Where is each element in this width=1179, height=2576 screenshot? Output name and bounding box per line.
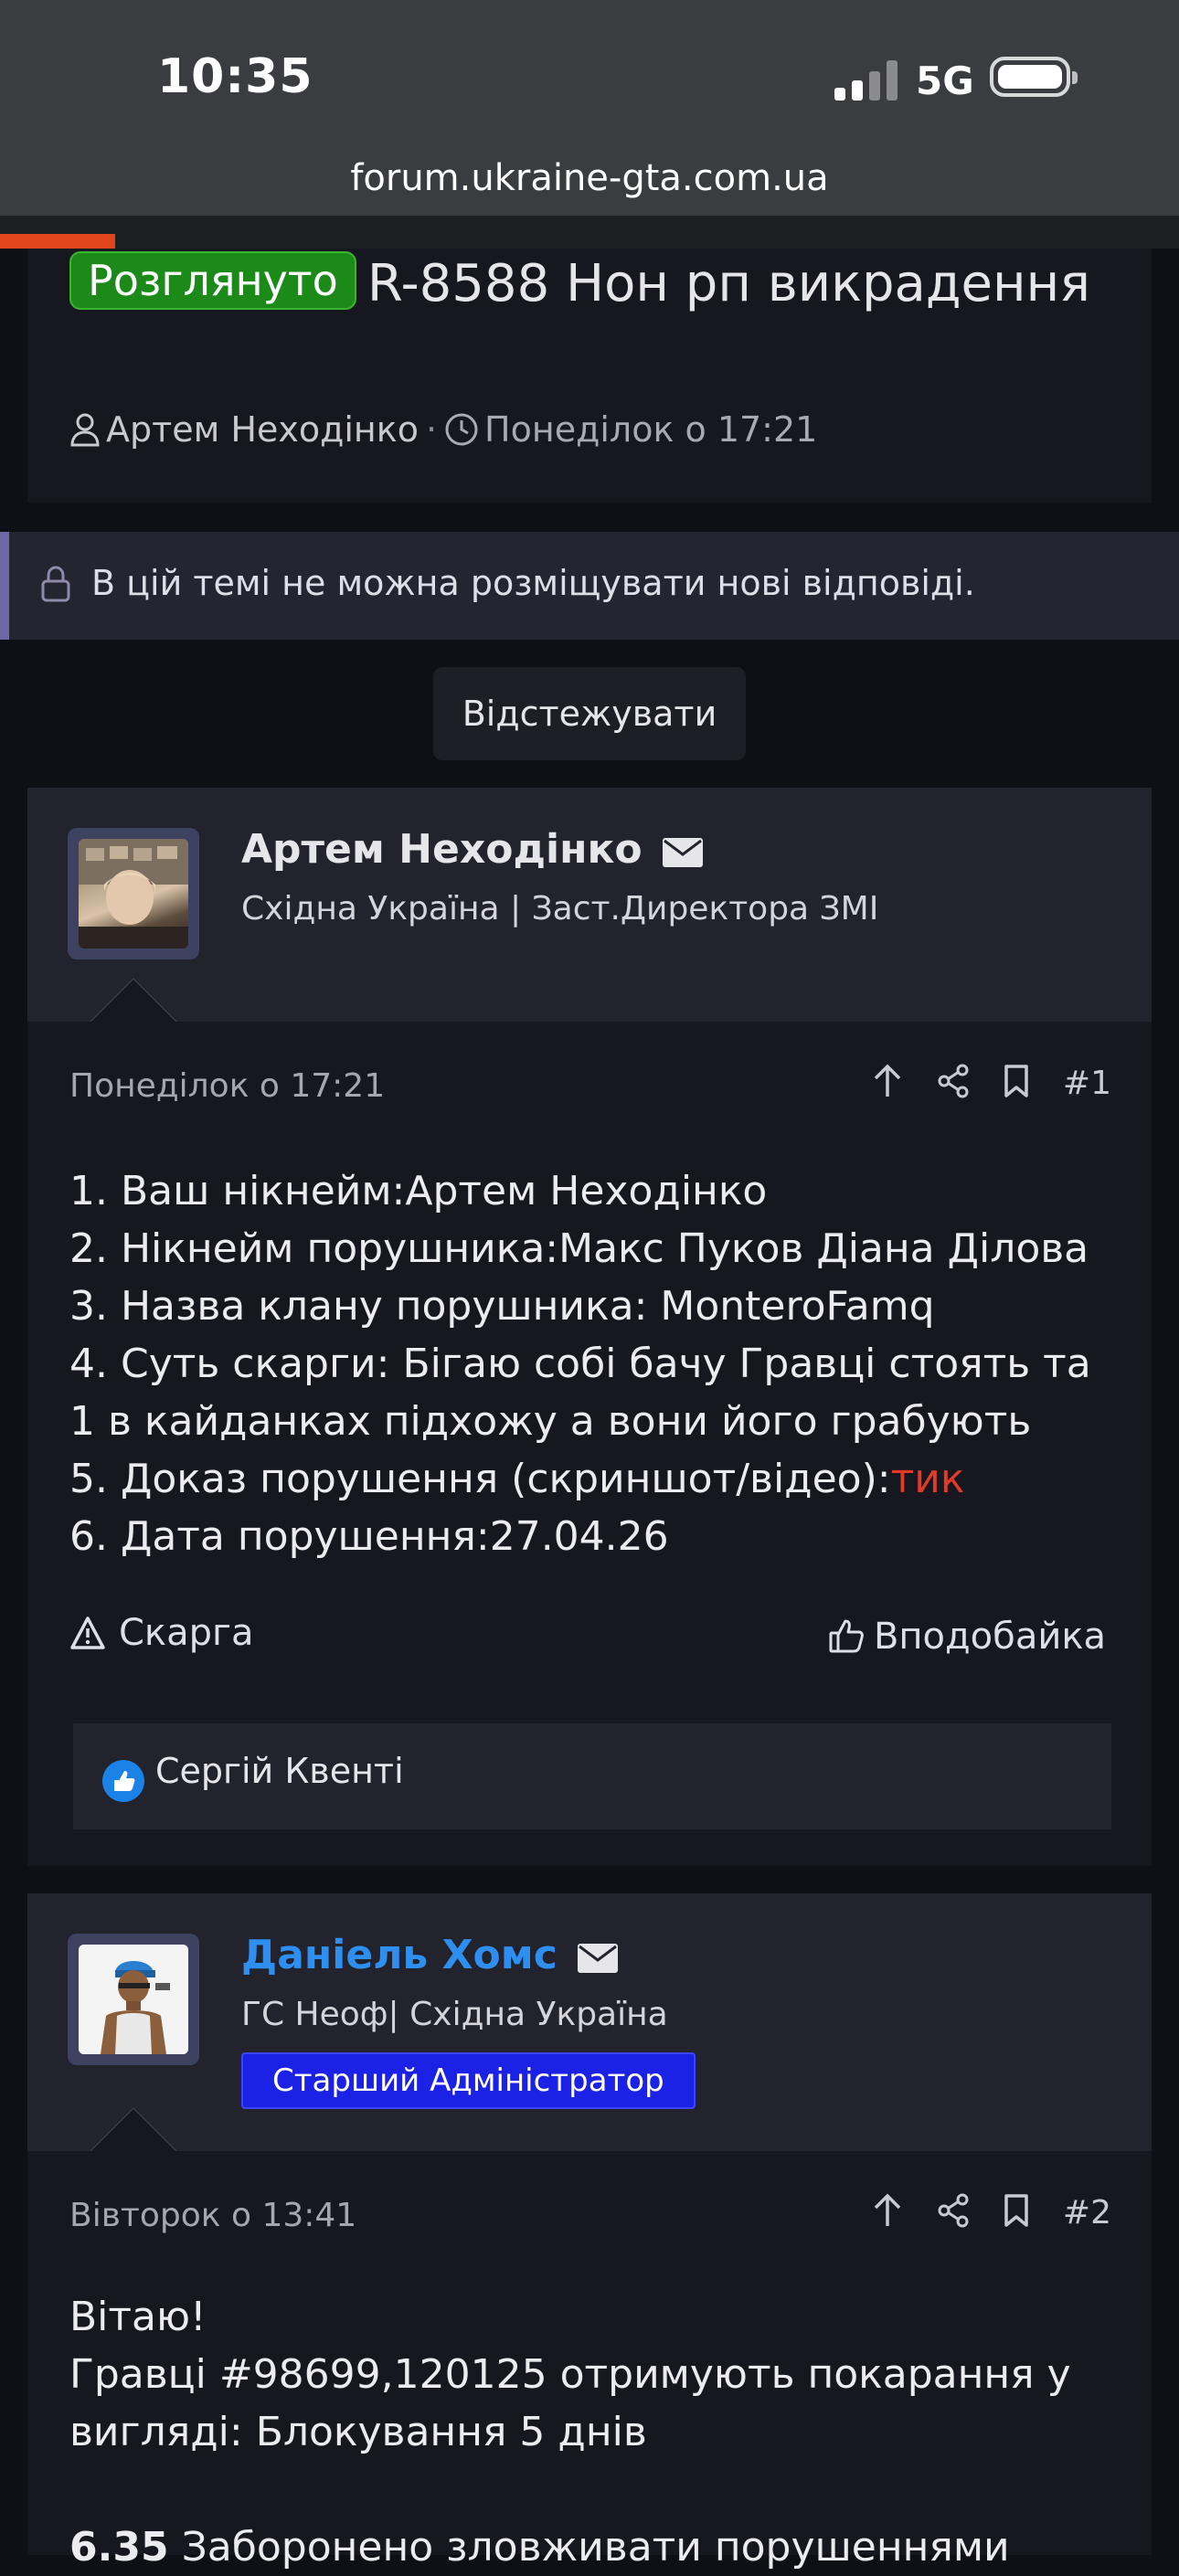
post-arrow-fill	[91, 980, 175, 1022]
thread-title: Розглянуто R-8588 Нон рп викрадення	[69, 247, 1139, 322]
bookmark-icon[interactable]	[1003, 2193, 1030, 2231]
like-button[interactable]: Вподобайка	[828, 1616, 1106, 1663]
thumbs-up-icon	[828, 1617, 865, 1663]
post-number[interactable]: #2	[1063, 2194, 1111, 2231]
staff-badge: Старший Адміністратор	[241, 2052, 696, 2109]
url-text[interactable]: forum.ukraine-gta.com.ua	[0, 157, 1179, 199]
status-bar: 10:35 5G	[0, 0, 1179, 155]
rule-line: 6.35 Заборонено зловживати порушеннями	[69, 2518, 1121, 2576]
share-icon[interactable]	[937, 2193, 970, 2231]
reactions-bar[interactable]: Сергій Квенті	[73, 1723, 1111, 1829]
post-user-block: Даніель Хомс ГС Неоф| Східна Україна Ста…	[27, 1893, 1152, 2151]
post-date[interactable]: Понеділок о 17:21	[69, 1067, 385, 1105]
arrow-up-icon[interactable]	[871, 1064, 904, 1102]
verdict-line: Гравці #98699,120125 отримують покарання…	[69, 2351, 1084, 2455]
post-username[interactable]: Даніель Хомс	[241, 1932, 624, 1984]
post-actions: #1	[871, 1060, 1111, 1106]
arrow-up-icon[interactable]	[871, 2193, 904, 2231]
follow-button[interactable]: Відстежувати	[433, 667, 746, 760]
network-type: 5G	[916, 58, 974, 103]
avatar[interactable]	[68, 1934, 199, 2065]
thread-meta: Артем Неходінко · Понеділок о 17:21	[69, 409, 817, 455]
greeting-line: Вітаю!	[69, 2294, 207, 2340]
thread-title-text: R-8588 Нон рп викрадення	[366, 254, 1090, 313]
avatar[interactable]	[68, 828, 199, 959]
thread-date[interactable]: Понеділок о 17:21	[484, 409, 817, 450]
meta-separator: ·	[425, 409, 438, 450]
post-number[interactable]: #1	[1063, 1065, 1111, 1102]
share-icon[interactable]	[937, 1064, 970, 1102]
post-message: 1. Ваш нікнейм:Артем Неходінко 2. Нікней…	[69, 1162, 1121, 1565]
envelope-icon[interactable]	[577, 1937, 619, 1984]
locked-notice: В цій темі не можна розміщувати нові від…	[0, 532, 1179, 640]
evidence-link[interactable]: тик	[891, 1456, 965, 1502]
like-reaction-icon	[102, 1760, 144, 1802]
toolbar-shadow	[0, 216, 1179, 249]
reaction-users[interactable]: Сергій Квенті	[155, 1751, 404, 1791]
battery-icon	[990, 57, 1078, 97]
locked-notice-text: В цій темі не можна розміщувати нові від…	[91, 563, 975, 603]
post-user-block: Артем Неходінко Східна Україна | Заст.Ди…	[27, 788, 1152, 1022]
post-date[interactable]: Вівторок о 13:41	[69, 2197, 356, 2234]
clock: 10:35	[157, 49, 313, 104]
envelope-icon[interactable]	[662, 832, 704, 878]
post-divider	[27, 1866, 1152, 1893]
complaint-line: 2. Нікнейм порушника:Макс Пуков Діана Ді…	[69, 1225, 1089, 1272]
post-message: Вітаю! Гравці #98699,120125 отримують по…	[69, 2288, 1121, 2576]
status-badge[interactable]: Розглянуто	[69, 251, 356, 310]
thread-author[interactable]: Артем Неходінко	[106, 409, 419, 450]
report-button[interactable]: Скарга	[69, 1612, 254, 1659]
complaint-line: 1. Ваш нікнейм:Артем Неходінко	[69, 1168, 768, 1214]
complaint-line-evidence: 5. Доказ порушення (скриншот/відео):тик	[69, 1456, 965, 1502]
post-body: Понеділок о 17:21 #1 1. Ваш нікнейм:Арте…	[27, 1022, 1152, 1866]
user-icon	[69, 412, 101, 455]
clock-icon	[444, 412, 479, 455]
cellular-signal-icon	[834, 60, 898, 101]
post-arrow-fill	[91, 2109, 175, 2151]
user-title: ГС Неоф| Східна Україна	[241, 1996, 668, 2033]
warning-icon	[69, 1616, 106, 1659]
complaint-line: 3. Назва клану порушника: MonteroFamq	[69, 1283, 935, 1330]
rule-text: Заборонено зловживати порушеннями	[181, 2524, 1010, 2571]
post-username[interactable]: Артем Неходінко	[241, 826, 709, 878]
rule-number: 6.35	[69, 2524, 169, 2571]
post-actions: #2	[871, 2189, 1111, 2235]
complaint-line: 6. Дата порушення:27.04.26	[69, 1513, 669, 1560]
complaint-line: 4. Суть скарги: Бігаю собі бачу Гравці с…	[69, 1341, 1104, 1445]
lock-icon	[40, 565, 71, 607]
bookmark-icon[interactable]	[1003, 1064, 1030, 1102]
post-body: Вівторок о 13:41 #2 Вітаю! Гравці #98699…	[27, 2151, 1152, 2571]
user-title: Східна Україна | Заст.Директора ЗМІ	[241, 890, 879, 928]
